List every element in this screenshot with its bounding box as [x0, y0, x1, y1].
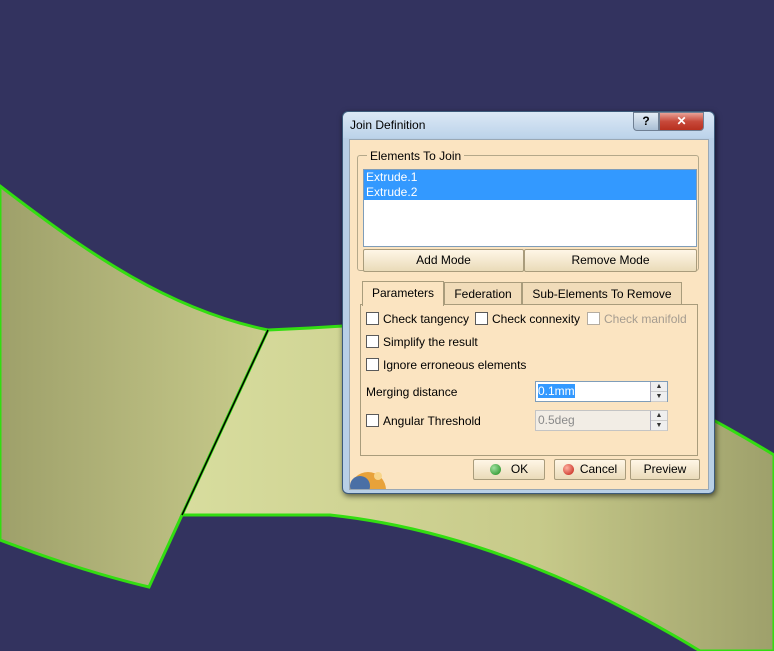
check-connexity-label: Check connexity	[492, 312, 581, 326]
merging-distance-spinner[interactable]: 0.1mm ▲ ▼	[535, 381, 668, 402]
tab-parameters[interactable]: Parameters	[362, 281, 444, 306]
check-tangency-label: Check tangency	[383, 312, 470, 326]
spin-buttons: ▲ ▼	[650, 411, 667, 431]
merging-distance-value[interactable]: 0.1mm	[538, 384, 575, 398]
checkbox-box[interactable]	[475, 312, 488, 325]
dialog-title: Join Definition	[350, 118, 426, 132]
checkbox-box[interactable]	[366, 414, 379, 427]
dialog-client: Elements To Join Extrude.1 Extrude.2 Add…	[349, 139, 709, 490]
merging-distance-field[interactable]: 0.1mm	[538, 384, 575, 398]
angular-threshold-spinner: 0.5deg ▲ ▼	[535, 410, 668, 431]
cancel-icon	[562, 464, 574, 475]
extrude-surface-1[interactable]	[0, 184, 271, 589]
parameters-tab-pane	[360, 304, 698, 456]
help-button[interactable]: ?	[633, 112, 659, 131]
tab-sub-elements-to-remove[interactable]: Sub-Elements To Remove	[522, 282, 682, 305]
spin-down-icon[interactable]: ▼	[651, 392, 667, 402]
ok-button[interactable]: OK	[473, 459, 545, 480]
dialog-titlebar[interactable]: Join Definition ? ✕	[343, 112, 714, 138]
angular-threshold-value: 0.5deg	[538, 413, 575, 427]
angular-threshold-label: Angular Threshold	[383, 414, 481, 428]
list-item-extrude-1[interactable]: Extrude.1	[364, 170, 696, 185]
cancel-button[interactable]: Cancel	[554, 459, 626, 480]
tab-federation[interactable]: Federation	[444, 282, 522, 305]
list-item-extrude-2[interactable]: Extrude.2	[364, 185, 696, 200]
ok-label: OK	[510, 462, 529, 476]
spin-buttons[interactable]: ▲ ▼	[650, 382, 667, 402]
elements-list[interactable]: Extrude.1 Extrude.2	[363, 169, 697, 247]
spin-down-icon: ▼	[651, 421, 667, 431]
ignore-erroneous-checkbox[interactable]: Ignore erroneous elements	[366, 358, 526, 372]
close-button[interactable]: ✕	[659, 112, 704, 131]
join-definition-dialog: Join Definition ? ✕ Elements To Join Ext…	[342, 111, 715, 494]
spin-up-icon: ▲	[651, 411, 667, 421]
angular-threshold-checkbox[interactable]: Angular Threshold	[366, 414, 481, 428]
check-manifold-label: Check manifold	[604, 312, 687, 326]
preview-button[interactable]: Preview	[630, 459, 700, 480]
catia-logo-icon	[350, 472, 386, 489]
check-connexity-checkbox[interactable]: Check connexity	[475, 312, 580, 326]
checkbox-box[interactable]	[366, 358, 379, 371]
checkbox-box[interactable]	[366, 312, 379, 325]
ignore-erroneous-label: Ignore erroneous elements	[383, 358, 527, 372]
simplify-result-label: Simplify the result	[383, 335, 478, 349]
remove-mode-button[interactable]: Remove Mode	[524, 249, 697, 272]
checkbox-box[interactable]	[366, 335, 379, 348]
merging-distance-label: Merging distance	[366, 385, 458, 399]
spin-up-icon[interactable]: ▲	[651, 382, 667, 392]
check-manifold-checkbox: Check manifold	[587, 312, 687, 326]
add-mode-button[interactable]: Add Mode	[363, 249, 524, 272]
checkbox-box	[587, 312, 600, 325]
elements-to-join-label: Elements To Join	[367, 149, 465, 163]
check-tangency-checkbox[interactable]: Check tangency	[366, 312, 469, 326]
ok-icon	[489, 464, 501, 475]
simplify-result-checkbox[interactable]: Simplify the result	[366, 335, 478, 349]
cancel-label: Cancel	[579, 462, 618, 476]
